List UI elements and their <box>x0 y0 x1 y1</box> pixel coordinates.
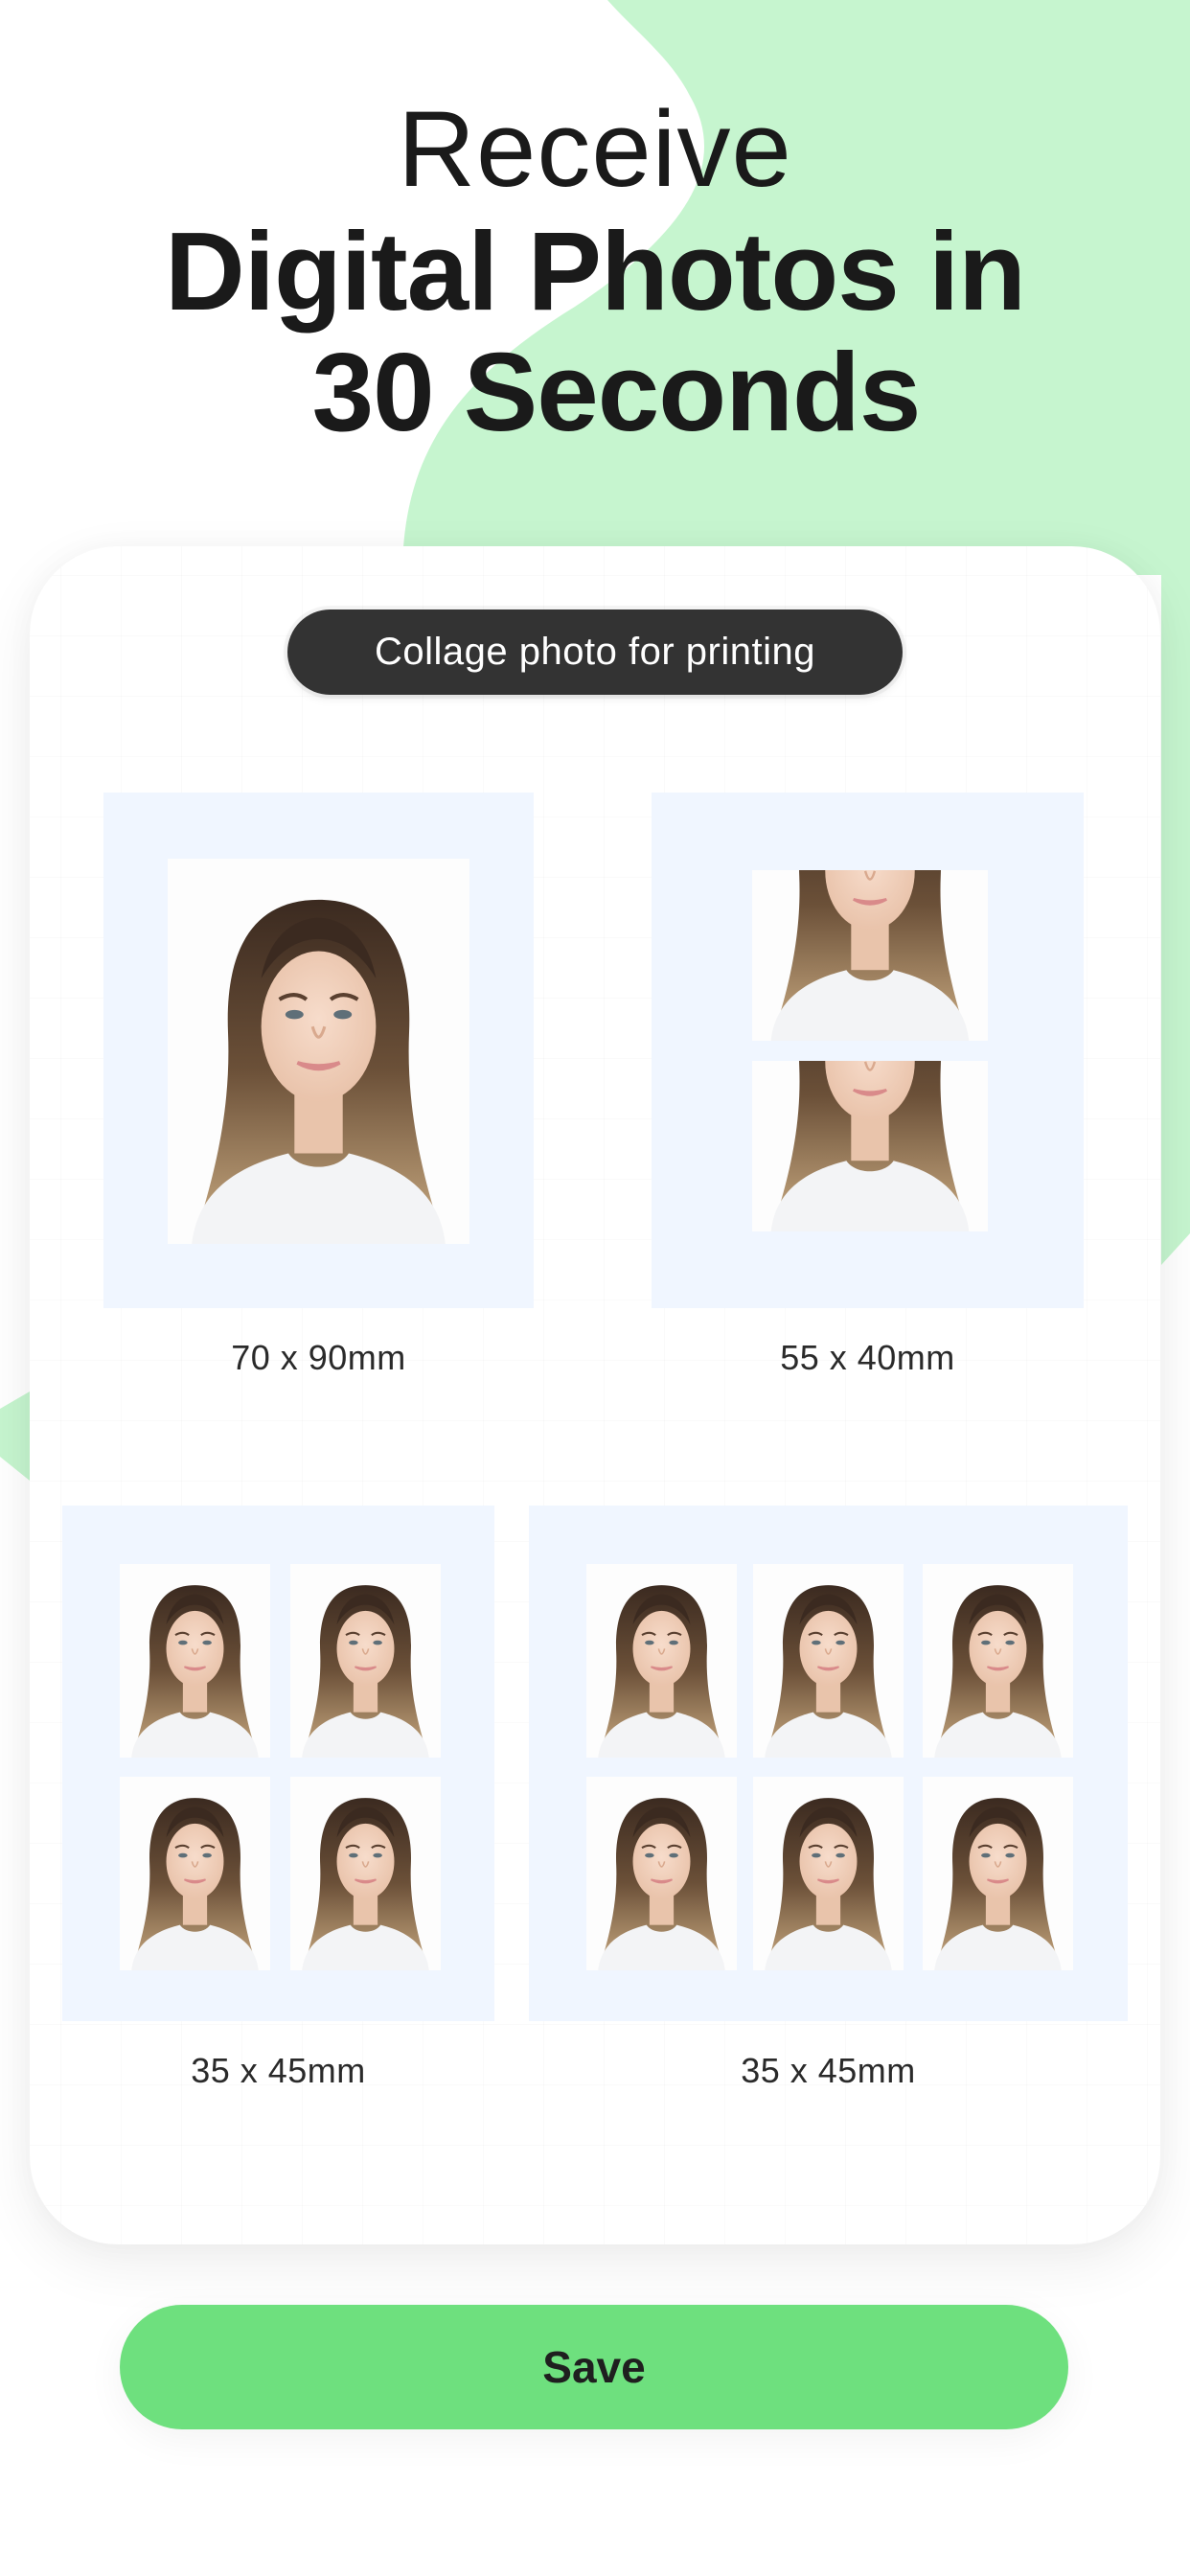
portrait-illustration <box>168 859 469 1244</box>
portrait-illustration <box>753 1777 904 1970</box>
portrait-illustration <box>586 1564 737 1758</box>
portrait-photo <box>586 1777 737 1970</box>
collage-size-label: 35 x 45mm <box>191 2051 366 2090</box>
headline-line-1: Receive <box>398 89 792 209</box>
green-blob-left <box>0 1392 30 1481</box>
collage-frame-35x45-4up[interactable] <box>62 1506 494 2021</box>
collage-frame-70x90[interactable] <box>103 793 534 1308</box>
collage-size-label: 35 x 45mm <box>741 2051 916 2090</box>
portrait-illustration <box>120 1564 270 1758</box>
portrait-photo <box>586 1564 737 1758</box>
portrait-illustration <box>120 1777 270 1970</box>
portrait-illustration <box>753 1564 904 1758</box>
portrait-photo <box>290 1777 441 1970</box>
headline: Receive Digital Photos in 30 Seconds <box>0 88 1190 452</box>
collage-frame-35x45-6up[interactable] <box>529 1506 1128 2021</box>
portrait-illustration <box>923 1777 1073 1970</box>
portrait-photo <box>752 870 988 1041</box>
headline-line-2: Digital Photos in <box>164 209 1026 334</box>
portrait-illustration <box>290 1564 441 1758</box>
collage-size-label: 55 x 40mm <box>780 1338 955 1377</box>
portrait-photo <box>752 1061 988 1231</box>
portrait-photo <box>923 1564 1073 1758</box>
headline-line-3: 30 Seconds <box>311 330 922 454</box>
portrait-illustration <box>752 1061 988 1231</box>
portrait-illustration <box>923 1564 1073 1758</box>
portrait-illustration <box>290 1777 441 1970</box>
collage-frame-55x40[interactable] <box>652 793 1084 1308</box>
portrait-photo <box>753 1777 904 1970</box>
portrait-photo <box>753 1564 904 1758</box>
collage-preview-card: Collage photo for printing 70 x 90mm 55 … <box>30 546 1160 2244</box>
collage-size-label: 70 x 90mm <box>231 1338 406 1377</box>
portrait-photo <box>120 1777 270 1970</box>
collage-badge: Collage photo for printing <box>287 610 903 695</box>
portrait-photo <box>168 859 469 1244</box>
portrait-photo <box>120 1564 270 1758</box>
portrait-illustration <box>586 1777 737 1970</box>
portrait-photo <box>290 1564 441 1758</box>
portrait-illustration <box>752 870 988 1041</box>
save-button[interactable]: Save <box>120 2305 1068 2429</box>
portrait-photo <box>923 1777 1073 1970</box>
